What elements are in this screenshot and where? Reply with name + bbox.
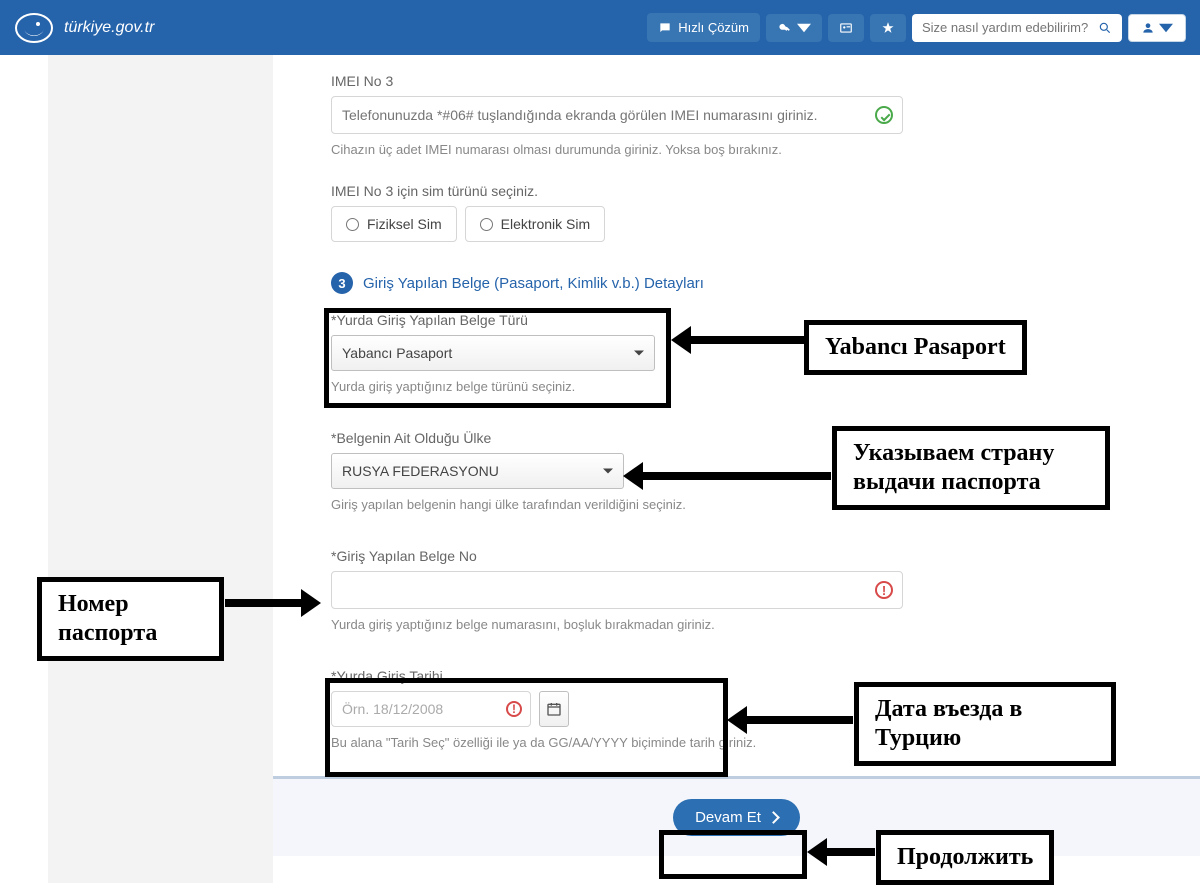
- imei3-label: IMEI No 3: [331, 73, 1160, 89]
- callout-date: Дата въезда в Турцию: [854, 682, 1116, 766]
- docno-helper: Yurda giriş yaptığınız belge numarasını,…: [331, 617, 1160, 632]
- sim-physical-option[interactable]: Fiziksel Sim: [331, 206, 457, 242]
- form-footer: Devam Et: [273, 776, 1200, 856]
- country-value: RUSYA FEDERASYONU: [342, 463, 499, 479]
- simtype-options: Fiziksel Sim Elektronik Sim: [331, 206, 1160, 242]
- calendar-button[interactable]: [539, 691, 569, 727]
- docno-label: Giriş Yapılan Belge No: [331, 548, 1160, 564]
- callout-number: Номер паспорта: [37, 577, 224, 661]
- logo-text: türkiye.gov.tr: [64, 19, 154, 37]
- section-3-heading: 3 Giriş Yapılan Belge (Pasaport, Kimlik …: [331, 272, 1160, 294]
- entrydate-input[interactable]: Örn. 18/12/2008 !: [331, 691, 531, 727]
- sim-opt1-label: Fiziksel Sim: [367, 216, 442, 232]
- error-icon: !: [875, 581, 893, 599]
- callout-continue: Продолжить: [876, 830, 1054, 885]
- imei3-helper: Cihazın üç adet IMEI numarası olması dur…: [331, 142, 1160, 157]
- doctype-select[interactable]: Yabancı Pasaport: [331, 335, 655, 371]
- chevron-down-icon: [603, 469, 613, 474]
- calendar-icon: [546, 701, 562, 717]
- chevron-down-icon: [634, 351, 644, 356]
- sim-electronic-option[interactable]: Elektronik Sim: [465, 206, 605, 242]
- country-select[interactable]: RUSYA FEDERASYONU: [331, 453, 624, 489]
- doctype-label: Yurda Giriş Yapılan Belge Türü: [331, 312, 1160, 328]
- continue-label: Devam Et: [695, 809, 761, 826]
- doctype-value: Yabancı Pasaport: [342, 345, 452, 361]
- imei3-input[interactable]: [331, 96, 903, 134]
- simtype-label: IMEI No 3 için sim türünü seçiniz.: [331, 183, 1160, 199]
- entrydate-placeholder: Örn. 18/12/2008: [342, 701, 443, 717]
- callout-yabanci: Yabancı Pasaport: [804, 320, 1027, 375]
- chevron-right-icon: [767, 811, 780, 824]
- radio-icon: [346, 218, 359, 231]
- error-icon: !: [506, 701, 522, 717]
- check-icon: [875, 106, 893, 124]
- radio-icon: [480, 218, 493, 231]
- imei3-input-wrap: [331, 96, 903, 134]
- continue-button[interactable]: Devam Et: [673, 799, 800, 836]
- doctype-helper: Yurda giriş yaptığınız belge türünü seçi…: [331, 379, 1160, 394]
- section-title: Giriş Yapılan Belge (Pasaport, Kimlik v.…: [363, 275, 704, 292]
- callout-country: Указываем страну выдачи паспорта: [832, 426, 1110, 510]
- sidebar: [48, 55, 273, 883]
- sim-opt2-label: Elektronik Sim: [501, 216, 590, 232]
- docno-input-wrap: !: [331, 571, 903, 609]
- site-logo[interactable]: türkiye.gov.tr: [14, 10, 154, 46]
- section-number: 3: [331, 272, 353, 294]
- docno-input[interactable]: [331, 571, 903, 609]
- logo-icon: [14, 10, 58, 46]
